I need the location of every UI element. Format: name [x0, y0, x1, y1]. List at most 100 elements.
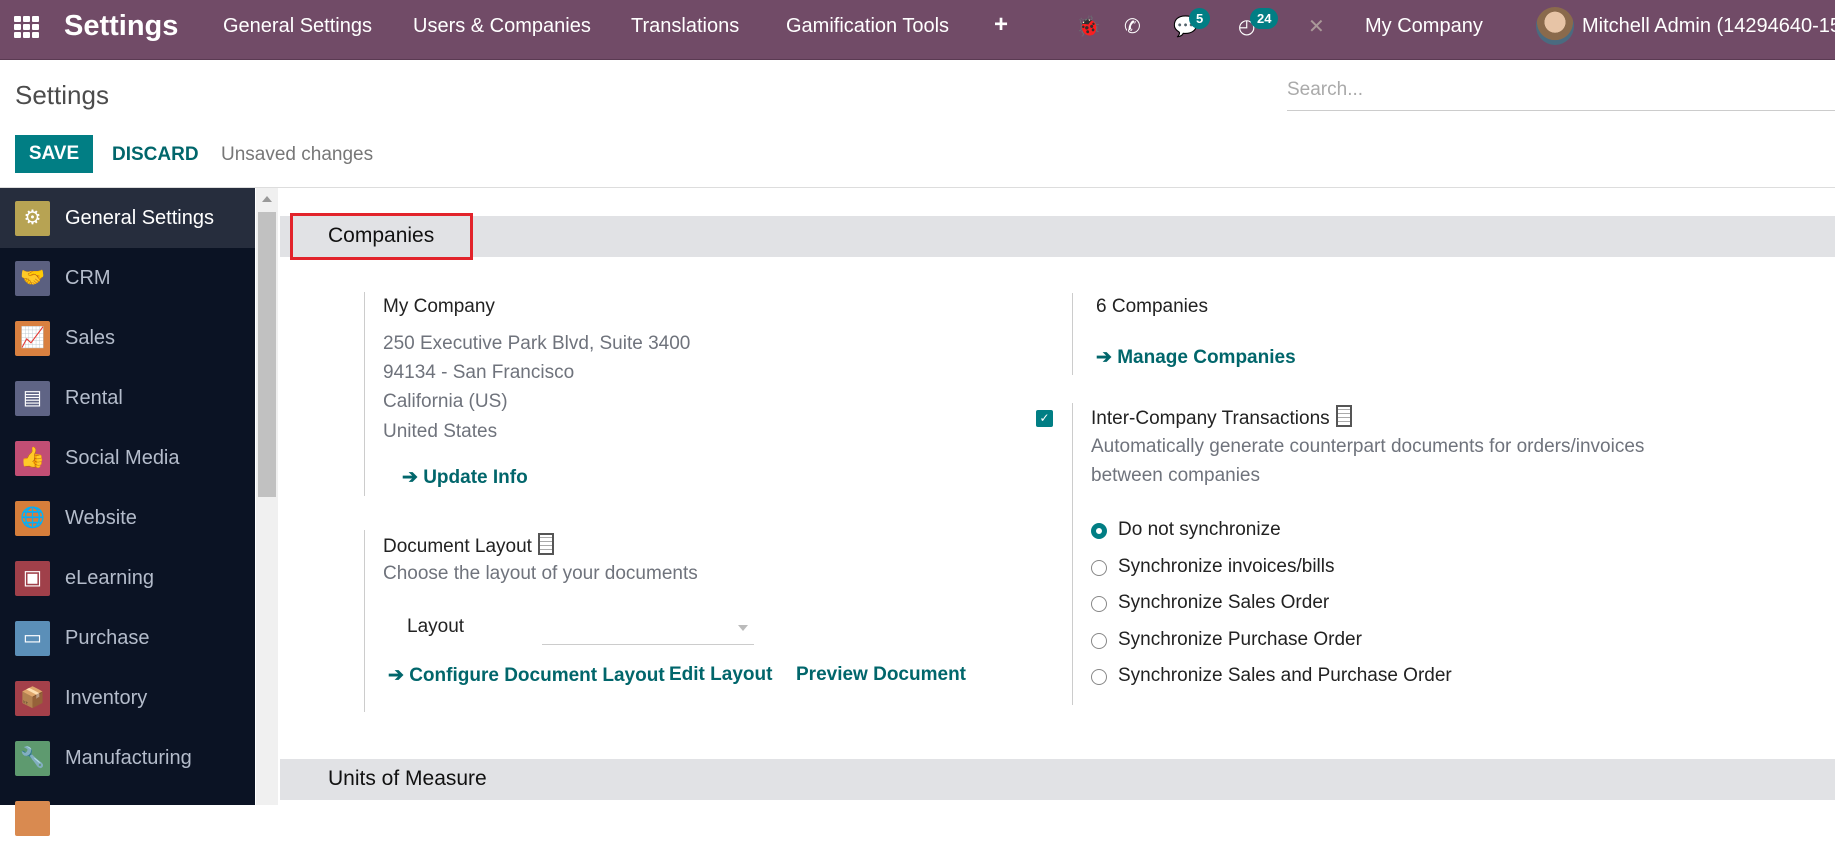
document-layout-label: Document Layout	[383, 536, 532, 557]
sidebar-item[interactable]: ⚙ General Settings	[0, 188, 255, 248]
arrow-right-icon: ➔	[402, 467, 418, 488]
companies-count: 6 Companies	[1096, 296, 1208, 318]
sidebar-item[interactable]: 📈 Sales	[0, 308, 255, 368]
sidebar-item[interactable]	[0, 788, 255, 848]
sync-option-label[interactable]: Synchronize Purchase Order	[1118, 629, 1362, 651]
edit-layout-link[interactable]: Edit Layout	[669, 664, 772, 686]
sidebar-item-label: CRM	[65, 267, 111, 289]
scroll-thumb[interactable]	[258, 212, 276, 497]
document-layout-title: Document Layout	[383, 533, 554, 558]
sidebar-item[interactable]: 🔧 Manufacturing	[0, 728, 255, 788]
page-title: Settings	[15, 80, 109, 110]
thumbs-up-icon: 👍	[15, 441, 50, 476]
discard-button[interactable]: DISCARD	[112, 144, 199, 166]
handshake-icon: 🤝	[15, 261, 50, 296]
company-building-icon	[537, 533, 554, 555]
app-menu-icon[interactable]	[14, 16, 40, 38]
companies-count-value: 6	[1096, 296, 1107, 317]
settings-sidebar: ⚙ General Settings 🤝 CRM 📈 Sales ▤ Rental 👍 Socia…	[0, 188, 255, 836]
sidebar-item-label: eLearning	[65, 567, 154, 589]
sync-option-radio[interactable]	[1091, 669, 1107, 685]
sync-option-label[interactable]: Synchronize Sales Order	[1118, 592, 1329, 614]
divider-line	[1072, 293, 1073, 375]
sidebar-item-label: General Settings	[65, 207, 214, 229]
gear-icon: ⚙	[15, 201, 50, 236]
sidebar-item[interactable]: 👍 Social Media	[0, 428, 255, 488]
phone-icon[interactable]: ✆	[1124, 14, 1141, 39]
sidebar-item-label: Purchase	[65, 627, 150, 649]
address-line: 94134 - San Francisco	[383, 362, 575, 383]
section-header-units: Units of Measure	[280, 759, 1835, 800]
sidebar-item[interactable]: ▣ eLearning	[0, 548, 255, 608]
address-line: United States	[383, 421, 498, 442]
layout-select[interactable]	[542, 608, 754, 645]
menu-translations[interactable]: Translations	[631, 15, 739, 38]
save-button[interactable]: SAVE	[15, 135, 93, 173]
manage-companies-link[interactable]: ➔ Manage Companies	[1096, 346, 1296, 369]
sync-option-radio[interactable]	[1091, 596, 1107, 612]
sidebar-item-label: Rental	[65, 387, 123, 409]
elearning-icon: ▣	[15, 561, 50, 596]
sidebar-item[interactable]: ▤ Rental	[0, 368, 255, 428]
search-input[interactable]: Search...	[1287, 75, 1835, 111]
tools-icon[interactable]: ✕	[1308, 14, 1325, 39]
sidebar-item-label: Inventory	[65, 687, 148, 709]
sidebar-item[interactable]: 🤝 CRM	[0, 248, 255, 308]
top-navbar: Settings General Settings Users & Compan…	[0, 0, 1835, 60]
company-building-icon	[1335, 405, 1352, 427]
menu-gamification-tools[interactable]: Gamification Tools	[786, 15, 949, 38]
sync-option-radio[interactable]	[1091, 523, 1107, 539]
app-title[interactable]: Settings	[64, 10, 178, 43]
manage-companies-label: Manage Companies	[1117, 347, 1296, 368]
wrench-icon: 🔧	[15, 741, 50, 776]
inter-company-desc: Automatically generate counterpart docum…	[1091, 436, 1645, 457]
address-line: California (US)	[383, 391, 508, 412]
rental-icon: ▤	[15, 381, 50, 416]
sync-option-label[interactable]: Do not synchronize	[1118, 519, 1281, 541]
menu-users-companies[interactable]: Users & Companies	[413, 15, 591, 38]
chart-up-icon: 📈	[15, 321, 50, 356]
user-avatar[interactable]	[1536, 7, 1574, 45]
inter-company-label: Inter-Company Transactions	[1091, 408, 1330, 429]
bug-icon[interactable]: 🐞	[1076, 14, 1101, 39]
sidebar-item-label: Website	[65, 507, 137, 529]
messages-badge: 5	[1189, 8, 1211, 29]
company-name: My Company	[383, 296, 495, 317]
settings-main: Companies My Company 250 Executive Park …	[280, 188, 1835, 805]
menu-general-settings[interactable]: General Settings	[223, 15, 372, 38]
select-underline	[542, 644, 754, 645]
sidebar-item[interactable]: 🌐 Website	[0, 488, 255, 548]
sync-option-radio[interactable]	[1091, 559, 1107, 576]
configure-layout-label: Configure Document Layout	[409, 665, 665, 686]
activities-badge: 24	[1250, 8, 1279, 29]
sidebar-item[interactable]: 📦 Inventory	[0, 668, 255, 728]
sync-option-radio[interactable]	[1091, 632, 1107, 649]
divider-line	[1072, 403, 1073, 705]
user-menu[interactable]: Mitchell Admin (14294640-15	[1582, 15, 1835, 38]
section-header-companies: Companies	[280, 216, 1835, 257]
sidebar-item[interactable]: ▭ Purchase	[0, 608, 255, 668]
globe-icon: 🌐	[15, 501, 50, 536]
sidebar-item-label: Manufacturing	[65, 747, 192, 769]
update-info-link[interactable]: ➔ Update Info	[402, 466, 528, 489]
section-title: Units of Measure	[328, 767, 487, 790]
sync-option-label[interactable]: Synchronize Sales and Purchase Order	[1118, 665, 1452, 687]
companies-count-label: Companies	[1111, 296, 1208, 317]
plus-icon[interactable]: +	[994, 11, 1008, 39]
box-icon: 📦	[15, 681, 50, 716]
highlight-box	[290, 213, 473, 260]
sidebar-item-label: Sales	[65, 327, 116, 349]
configure-layout-link[interactable]: ➔ Configure Document Layout	[388, 664, 665, 687]
preview-document-link[interactable]: Preview Document	[796, 664, 966, 686]
company-switcher[interactable]: My Company	[1365, 15, 1483, 38]
update-info-label: Update Info	[423, 467, 528, 488]
inter-company-title: Inter-Company Transactions	[1091, 405, 1352, 430]
sync-option-label[interactable]: Synchronize invoices/bills	[1118, 556, 1335, 578]
arrow-right-icon: ➔	[388, 665, 404, 686]
divider-line	[364, 292, 365, 496]
scroll-up-arrow-icon[interactable]	[262, 196, 272, 202]
sidebar-scrollbar[interactable]	[256, 188, 278, 805]
inter-company-checkbox[interactable]: ✓	[1036, 410, 1053, 427]
layout-label: Layout	[407, 616, 465, 637]
chevron-down-icon	[738, 625, 748, 631]
